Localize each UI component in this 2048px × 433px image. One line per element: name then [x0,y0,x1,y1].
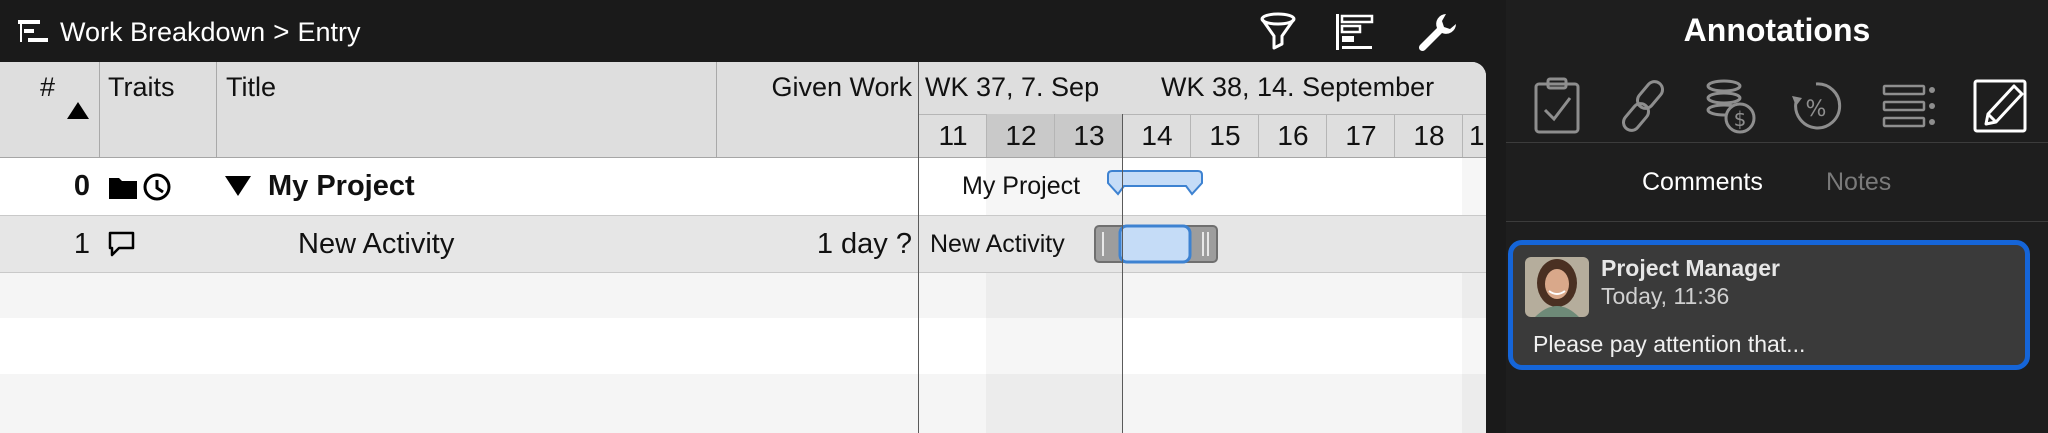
annotations-title: Annotations [1683,12,1871,48]
breadcrumb-section[interactable]: Work Breakdown [60,17,265,48]
column-given-work-label: Given Work [771,72,912,102]
edit-icon[interactable] [1972,76,2028,136]
column-traits-label: Traits [108,72,175,102]
day-18: 18 [1394,114,1463,157]
row-title[interactable]: My Project [268,158,415,214]
annotations-panel: Annotations $ % Comments Notes Project M… [1506,0,2048,433]
week-37-text: WK 37, 7. Sep [925,72,1100,102]
day-12: 12 [986,114,1055,157]
comment-text: Please pay attention that... [1533,331,1806,357]
gantt-bar-label: My Project [962,172,1081,200]
comment-icon[interactable] [108,230,136,258]
list-icon[interactable] [1882,76,1938,136]
column-header-title[interactable]: Title [226,72,276,167]
gantt-bars-icon[interactable] [1334,10,1378,54]
column-number-label: # [40,72,56,102]
day-19: 1 [1462,114,1486,157]
column-header-given-work[interactable]: Given Work [716,72,912,167]
column-header-traits[interactable]: Traits [108,72,175,167]
folder-icon [109,178,137,199]
row-number: 1 [73,228,90,260]
table-row-activity[interactable]: 1 New Activity 1 day ? New Activity [0,215,1486,273]
day-16: 16 [1258,114,1327,157]
row-given-work[interactable]: 1 day ? [716,216,912,272]
sort-ascending-icon [67,102,89,119]
day-13: 13 [1054,114,1123,157]
filter-icon[interactable] [1256,10,1300,54]
svg-text:$: $ [1734,107,1747,131]
day-17: 17 [1326,114,1395,157]
activity-bar[interactable] [1094,224,1218,264]
link-icon[interactable] [1616,76,1672,136]
percent-icon[interactable]: % [1788,76,1844,136]
checklist-icon[interactable] [1530,76,1586,136]
comment-author: Project Manager [1601,255,1780,281]
clock-icon [143,173,171,201]
work-breakdown-icon [18,20,48,42]
column-header-number[interactable]: # [40,72,55,167]
row-title[interactable]: New Activity [298,216,454,272]
wrench-icon[interactable] [1416,10,1460,54]
comment-card[interactable]: Project Manager Today, 11:36 Please pay … [1508,240,2030,370]
breadcrumb-separator: > [273,16,290,47]
week-38-text: WK 38, 14. September [1161,72,1435,102]
cost-icon[interactable]: $ [1702,76,1758,136]
comment-time: Today, 11:36 [1601,283,1730,309]
gantt-bar-label: New Activity [930,230,1065,258]
top-bar: Work Breakdown > Entry [0,0,1486,62]
breadcrumb-page[interactable]: Entry [297,17,360,48]
summary-bar[interactable] [1106,168,1204,204]
row-number: 0 [73,170,90,202]
svg-text:%: % [1806,97,1827,122]
table-header: # Traits Title Given Work WK 37, 7. Sep … [0,62,1486,158]
table-row-project[interactable]: 0 My Project My Project [0,158,1486,214]
breadcrumb[interactable]: Work Breakdown > Entry [18,14,360,50]
work-breakdown-table: # Traits Title Given Work WK 37, 7. Sep … [0,62,1486,433]
tab-comments[interactable]: Comments [1642,168,1763,197]
avatar [1525,257,1589,317]
expand-triangle-icon[interactable] [224,174,252,198]
tab-notes[interactable]: Notes [1826,168,1891,197]
day-14: 14 [1122,114,1191,157]
day-15: 15 [1190,114,1259,157]
day-11: 11 [918,114,987,157]
column-title-label: Title [226,72,277,102]
